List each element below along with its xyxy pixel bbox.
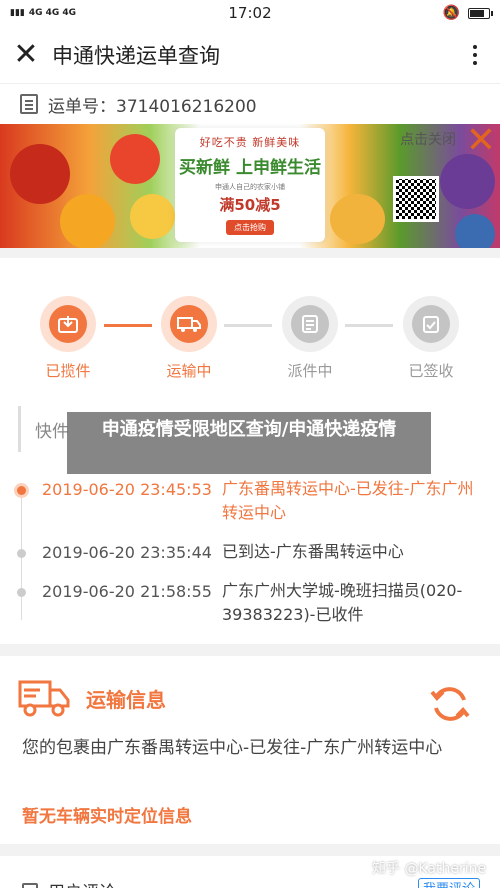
qr-code xyxy=(393,176,439,222)
banner-headline: 买新鲜 上申鲜生活 xyxy=(179,158,321,178)
banner-cta-button[interactable]: 点击抢购 xyxy=(226,220,274,235)
bell-muted-icon: 🔕 xyxy=(442,5,460,21)
waybill-row: 运单号：3714016216200 xyxy=(0,84,500,124)
step-connector xyxy=(224,324,272,327)
comment-icon xyxy=(22,882,38,888)
status-time: 17:02 xyxy=(228,4,272,22)
tracking-time: 2019-06-20 21:58:55 xyxy=(42,582,212,601)
fruit-image xyxy=(10,144,70,204)
banner-card: 好吃不贵 新鲜美味 买新鲜 上申鲜生活 申通人自己的农家小铺 满50减5 点击抢… xyxy=(175,128,325,242)
step-dispatching: 派件中 xyxy=(280,296,340,381)
tracking-desc: 广东番禺转运中心-已发往-广东广州转运中心 xyxy=(222,479,474,522)
step-label: 已揽件 xyxy=(45,362,91,380)
truck-icon xyxy=(170,305,208,343)
app-bar: ✕ 申通快递运单查询 xyxy=(0,26,500,84)
transport-title: 运输信息 xyxy=(86,688,166,712)
fruit-image xyxy=(130,194,175,239)
step-in-transit: 运输中 xyxy=(159,296,219,381)
status-bar: ▮▮▮ 4G 4G 4G 17:02 🔕 xyxy=(0,0,500,26)
timeline-dot xyxy=(17,486,26,495)
transport-card: 运输信息 您的包裹由广东番禺转运中心-已发往-广东广州转运中心 暂无车辆实时定位… xyxy=(0,656,500,844)
battery-icon xyxy=(468,7,493,19)
truck-icon xyxy=(18,676,70,722)
tracking-time: 2019-06-20 23:35:44 xyxy=(42,543,212,562)
package-icon xyxy=(49,305,87,343)
progress-steps: 已揽件 运输中 派件中 已签收 xyxy=(0,258,500,388)
close-icon[interactable]: ✕ xyxy=(0,26,52,84)
waybill-number: 运单号：3714016216200 xyxy=(48,96,257,117)
write-review-button[interactable]: 我要评论 xyxy=(418,878,480,888)
tracking-desc: 已到达-广东番禺转运中心 xyxy=(222,542,404,561)
timeline-dot xyxy=(17,588,26,597)
tracking-time: 2019-06-20 23:45:53 xyxy=(42,480,212,499)
refresh-icon[interactable] xyxy=(428,682,472,730)
step-connector xyxy=(345,324,393,327)
page-title: 申通快递运单查询 xyxy=(52,43,220,68)
step-label: 运输中 xyxy=(166,362,212,380)
step-signed: 已签收 xyxy=(401,296,461,381)
promo-banner[interactable]: 好吃不贵 新鲜美味 买新鲜 上申鲜生活 申通人自己的农家小铺 满50减5 点击抢… xyxy=(0,124,500,248)
review-header: 用户评论 xyxy=(22,878,116,888)
step-label: 已签收 xyxy=(408,362,454,380)
document-icon xyxy=(20,94,38,114)
fruit-image xyxy=(440,154,495,209)
banner-close-icon[interactable]: ✕ xyxy=(466,124,496,161)
transport-message: 您的包裹由广东番禺转运中心-已发往-广东广州转运中心 xyxy=(22,738,443,758)
review-title: 用户评论 xyxy=(48,878,116,888)
signal-icon: ▮▮▮ xyxy=(10,8,25,18)
step-connector xyxy=(104,324,152,327)
timeline-dot xyxy=(17,549,26,558)
banner-close-label[interactable]: 点击关闭 xyxy=(400,129,456,149)
network-status: ▮▮▮ 4G 4G 4G xyxy=(10,8,76,18)
fruit-image xyxy=(110,134,160,184)
more-vertical-icon[interactable] xyxy=(450,44,500,65)
step-label: 派件中 xyxy=(287,362,333,380)
fruit-image xyxy=(330,194,385,244)
delivery-list-icon xyxy=(291,305,329,343)
watermark: 知乎 @Katherine xyxy=(372,861,487,877)
banner-subline: 申通人自己的农家小铺 xyxy=(215,183,285,191)
banner-slogan: 好吃不贵 新鲜美味 xyxy=(199,136,301,149)
no-vehicle-location: 暂无车辆实时定位信息 xyxy=(22,807,192,827)
fruit-image xyxy=(60,194,115,248)
overlay-caption: 申通疫情受限地区查询/申通快递疫情 xyxy=(67,412,431,474)
fruit-image xyxy=(455,214,495,248)
signed-clipboard-icon xyxy=(412,305,450,343)
battery-level xyxy=(470,9,484,17)
step-collected: 已揽件 xyxy=(38,296,98,381)
banner-promo: 满50减5 xyxy=(219,196,281,214)
network-text: 4G 4G 4G xyxy=(28,8,77,18)
tracking-desc: 广东广州大学城-晚班扫描员(020-39383223)-已收件 xyxy=(222,581,463,624)
